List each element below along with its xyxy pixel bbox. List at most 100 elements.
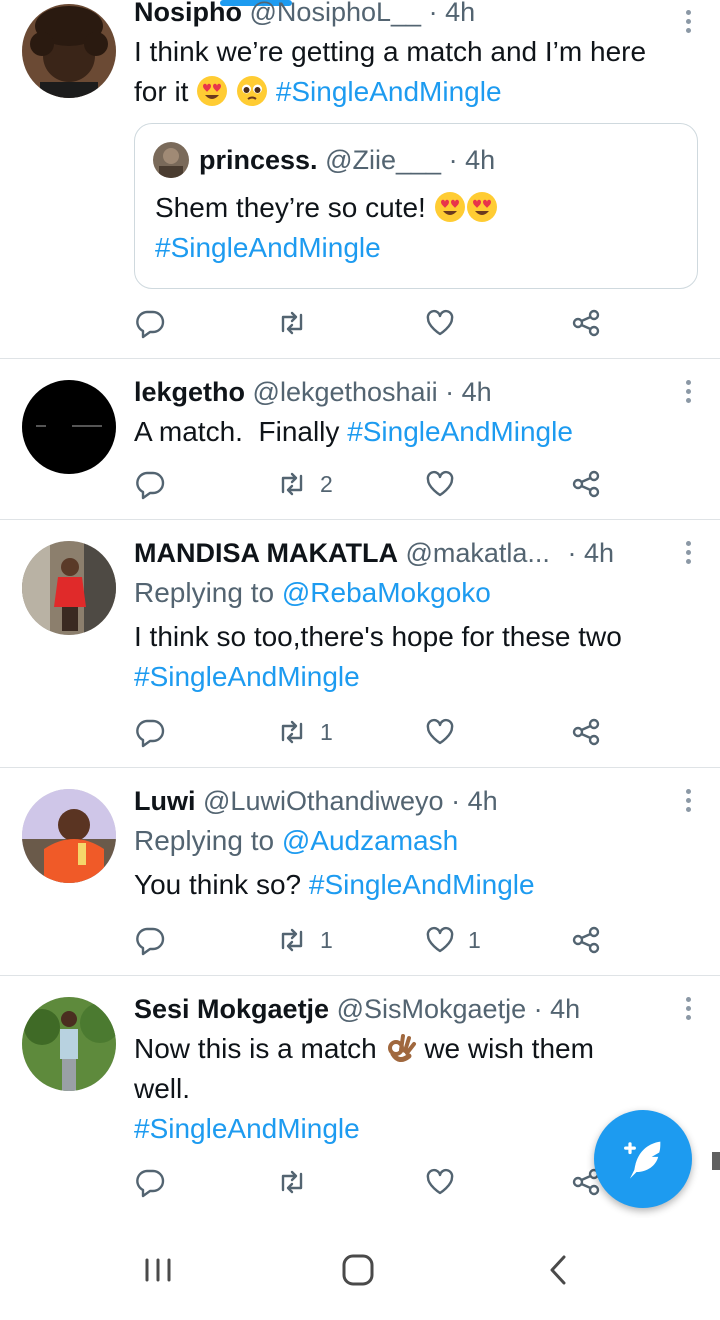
home-button[interactable] [336,1248,380,1292]
avatar[interactable] [22,997,116,1091]
avatar[interactable] [22,4,116,98]
reply-button[interactable] [134,303,178,343]
separator-dot: · [567,538,577,568]
separator-dot: · [428,0,438,27]
avatar[interactable] [22,541,116,635]
hashtag-link[interactable]: #SingleAndMingle [276,76,502,107]
display-name[interactable]: MANDISA MAKATLA [134,538,398,568]
tweet-actions [134,1162,614,1202]
reply-icon [136,471,165,500]
tweet-header: Nosipho @NosiphoL__ · 4h [134,0,686,32]
share-icon [572,926,600,954]
tweet-actions: 2 [134,464,614,504]
tweet[interactable]: Nosipho @NosiphoL__ · 4h I think we’re g… [0,0,720,359]
quoted-timestamp: 4h [465,145,496,175]
share-button[interactable] [570,464,602,504]
tweet-text-body: I think so too,there's hope for these tw… [134,621,622,652]
quoted-text: Shem they’re so cute! #SingleAndMingle [155,188,677,268]
retweet-count: 1 [320,718,333,745]
share-icon [572,470,600,498]
heart-icon [426,926,454,953]
reply-icon [136,1169,165,1198]
like-button[interactable] [424,712,468,752]
user-handle: @LuwiOthandiweyo [203,786,444,816]
hashtag-link[interactable]: #SingleAndMingle [134,1113,360,1144]
timestamp: 4h [550,994,581,1024]
reply-icon [136,719,165,748]
reply-button[interactable] [134,712,178,752]
tweet-text-line: well. [134,1073,191,1104]
compose-tweet-icon [624,1141,661,1179]
tweet-header: lekgetho @lekgethoshaii · 4h [134,372,686,412]
quoted-text-body: Shem they’re so cute! [155,192,426,223]
tweet-text: I think we’re getting a match and I’m he… [134,32,686,112]
tweet-text-line: I think we’re getting a match and I’m he… [134,36,647,67]
back-button[interactable] [536,1248,580,1292]
avatar[interactable] [22,789,116,883]
quoted-tweet[interactable]: princess. @Ziie___ · 4h Shem they’re so … [134,123,698,289]
tweet[interactable]: Luwi @LuwiOthandiweyo · 4h Replying to @… [0,767,720,976]
timestamp: 4h [583,538,615,568]
retweet-icon [281,720,303,744]
share-icon [572,309,600,337]
share-button[interactable] [570,712,602,752]
separator-dot: · [533,994,543,1024]
heart-icon [426,1168,454,1195]
retweet-button[interactable]: 1 [276,920,333,960]
heart-icon [426,309,454,336]
user-handle: @NosiphoL__ [249,0,422,27]
like-button[interactable] [424,464,468,504]
display-name[interactable]: lekgetho [134,377,245,407]
more-options-icon[interactable] [684,10,692,36]
timestamp: 4h [445,0,476,27]
reply-icon [136,927,165,956]
like-button[interactable] [424,1162,468,1202]
user-handle: @SisMokgaetje [336,994,527,1024]
share-button[interactable] [570,920,602,960]
tweet[interactable]: MANDISA MAKATLA @makatla... · 4h Replyin… [0,519,720,768]
reply-button[interactable] [134,464,178,504]
tweet-actions [134,303,614,343]
hashtag-link[interactable]: #SingleAndMingle [155,232,381,263]
heart-eyes-emoji-icon [434,192,465,222]
retweet-button[interactable] [276,303,320,343]
display-name[interactable]: Sesi Mokgaetje [134,994,329,1024]
tweet[interactable]: lekgetho @lekgethoshaii · 4h A match. Fi… [0,358,720,520]
more-options-icon[interactable] [684,997,692,1023]
tweet-text-body: A match. Finally [134,416,340,447]
share-icon [572,718,600,746]
share-button[interactable] [570,303,602,343]
more-options-icon[interactable] [684,541,692,567]
reply-button[interactable] [134,920,178,960]
display-name[interactable]: Nosipho [134,0,242,27]
quoted-avatar[interactable] [153,142,189,178]
retweet-icon [281,928,303,952]
hashtag-link[interactable]: #SingleAndMingle [134,661,360,692]
tweet-header: Sesi Mokgaetje @SisMokgaetje · 4h [134,989,686,1029]
retweet-button[interactable]: 1 [276,712,333,752]
retweet-button[interactable]: 2 [276,464,333,504]
hashtag-link[interactable]: #SingleAndMingle [347,416,573,447]
tweet-text: I think so too,there's hope for these tw… [134,617,686,697]
retweet-icon [281,472,303,496]
reply-button[interactable] [134,1162,178,1202]
more-options-icon[interactable] [684,789,692,815]
tweet-header: Luwi @LuwiOthandiweyo · 4h [134,781,686,821]
compose-tweet-button[interactable] [594,1110,692,1208]
like-button[interactable] [424,303,468,343]
more-options-icon[interactable] [684,380,692,406]
recent-apps-button[interactable] [136,1248,180,1292]
avatar[interactable] [22,380,116,474]
retweet-icon [281,1170,303,1194]
retweet-button[interactable] [276,1162,320,1202]
quoted-display-name: princess. [199,145,318,175]
mention-link[interactable]: @RebaMokgoko [282,577,491,608]
quoted-header: princess. @Ziie___ · 4h [199,140,495,180]
hashtag-link[interactable]: #SingleAndMingle [309,869,535,900]
display-name[interactable]: Luwi [134,786,196,816]
heart-icon [426,718,454,745]
scrollbar-thumb[interactable] [712,1152,720,1170]
like-button[interactable]: 1 [424,920,481,960]
mention-link[interactable]: @Audzamash [282,825,458,856]
quoted-handle: @Ziie___ [325,145,442,175]
